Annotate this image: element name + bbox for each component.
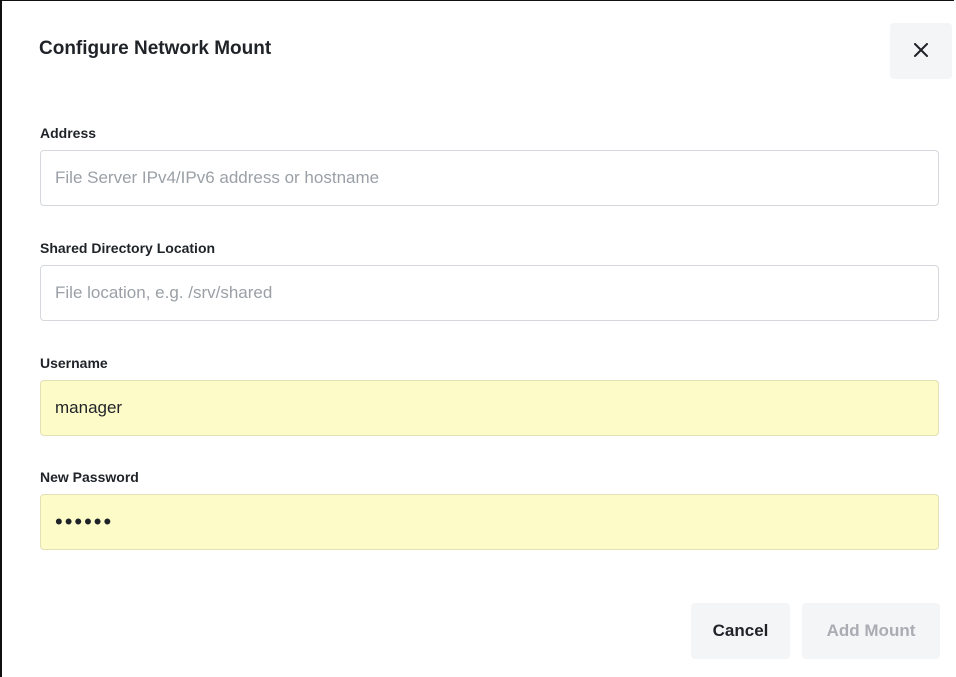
username-input[interactable] [40, 380, 939, 436]
address-input[interactable] [40, 150, 939, 206]
shared-directory-input[interactable] [40, 265, 939, 321]
password-label: New Password [40, 469, 139, 485]
add-mount-button[interactable]: Add Mount [802, 603, 940, 659]
dialog-title: Configure Network Mount [39, 38, 272, 59]
configure-network-mount-dialog: Configure Network Mount Address Shared D… [0, 0, 954, 677]
username-label: Username [40, 355, 108, 371]
cancel-button[interactable]: Cancel [691, 603, 790, 659]
address-label: Address [40, 125, 97, 141]
close-button[interactable] [890, 23, 952, 79]
shared-directory-label: Shared Directory Location [40, 240, 216, 256]
password-input[interactable] [40, 494, 939, 550]
close-icon [914, 42, 928, 60]
